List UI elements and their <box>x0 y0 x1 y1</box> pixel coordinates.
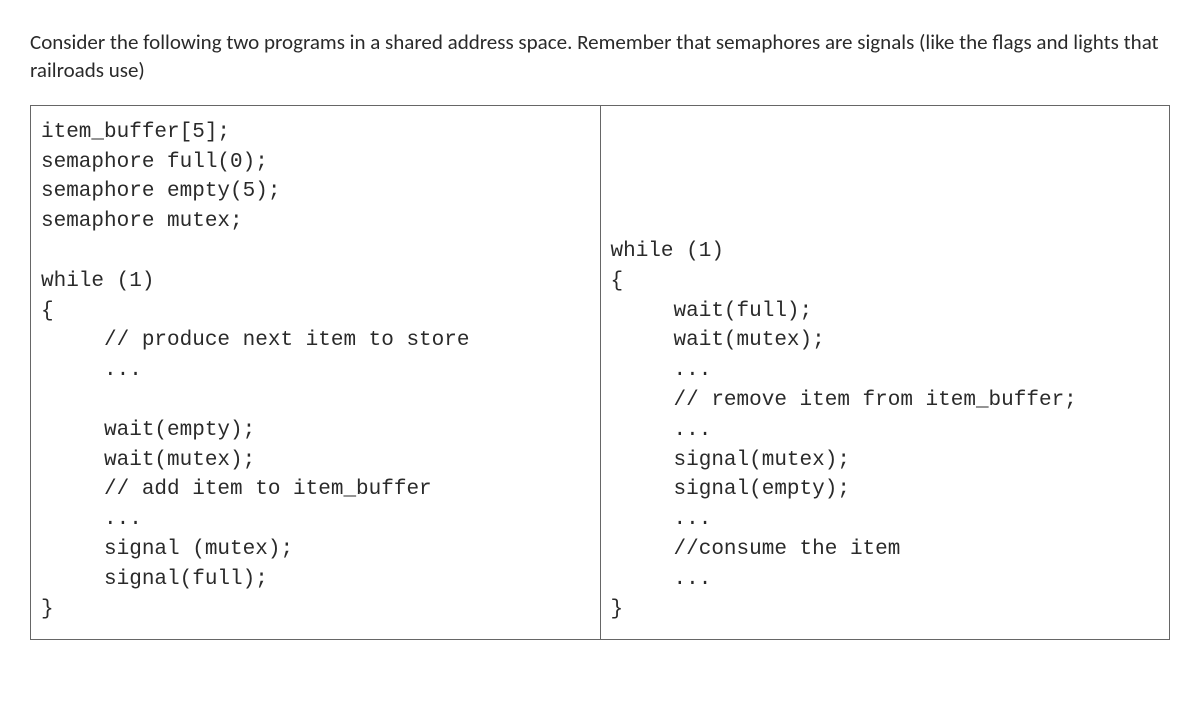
producer-code: item_buffer[5]; semaphore full(0); semap… <box>31 106 601 639</box>
question-prompt: Consider the following two programs in a… <box>30 28 1170 85</box>
consumer-code: while (1) { wait(full); wait(mutex); ...… <box>601 106 1170 639</box>
code-box: item_buffer[5]; semaphore full(0); semap… <box>30 105 1170 640</box>
